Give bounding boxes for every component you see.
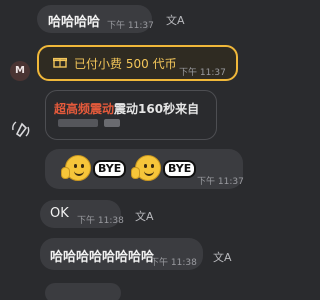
message-time: 下午 11:37 [107,21,154,31]
emoji-hand [131,167,140,179]
message-bubble[interactable]: 哈哈哈哈 下午 11:37 [37,5,154,33]
emoji-eye [74,164,77,168]
bye-sticker: BYE [131,155,197,183]
message-time: 下午 11:38 [150,258,197,268]
message-text: 哈哈哈哈 [48,15,101,30]
bye-sticker: BYE [61,155,127,183]
shake-mode: 超高频震动 [54,102,115,116]
emoji-hand [61,167,70,179]
message-text: 哈哈哈哈哈哈哈哈 [50,250,155,265]
shake-text: 超高频震动震动160秒来自 [54,100,199,117]
sticker-label: BYE [163,160,197,178]
tip-time: 下午 11:37 [179,68,226,78]
translate-icon[interactable]: 文A [166,12,185,28]
message-bubble[interactable]: OK 下午 11:38 [40,200,124,228]
shake-middle: 震动 [114,102,139,116]
shake-suffix: 来自 [175,102,200,116]
emoji-eye [81,164,84,168]
blurred-username [58,119,98,127]
message-bubble[interactable] [45,283,121,300]
translate-icon[interactable]: 文A [135,208,154,224]
tip-label: 已付小费 500 代币 [74,55,177,72]
emoji-eye [151,164,154,168]
message-text: OK [50,206,69,221]
sticker-label: BYE [93,160,127,178]
tip-card[interactable]: 已付小费 500 代币 下午 11:37 [37,45,238,81]
emoji-mouth [74,171,84,176]
gift-icon [53,57,67,68]
emoji-mouth [144,171,154,176]
sticker-bubble[interactable]: BYE BYE 下午 11:37 [45,149,244,189]
shake-card[interactable]: 超高频震动震动160秒来自 [45,90,217,140]
tip-paid: 已付小费 [74,57,123,71]
emoji-eye [144,164,147,168]
avatar[interactable]: M [10,61,30,81]
blurred-username [104,119,120,127]
shake-seconds: 160秒 [138,102,176,116]
shake-icon [12,121,30,138]
sticker-time: 下午 11:37 [197,177,244,187]
tip-amount: 500 代币 [125,57,177,71]
message-bubble[interactable]: 哈哈哈哈哈哈哈哈 下午 11:38 [40,238,203,270]
translate-icon[interactable]: 文A [213,249,232,265]
message-time: 下午 11:38 [77,216,124,226]
chat-view: 哈哈哈哈 下午 11:37 文A M 已付小费 500 代币 下午 11:37 … [0,0,315,300]
